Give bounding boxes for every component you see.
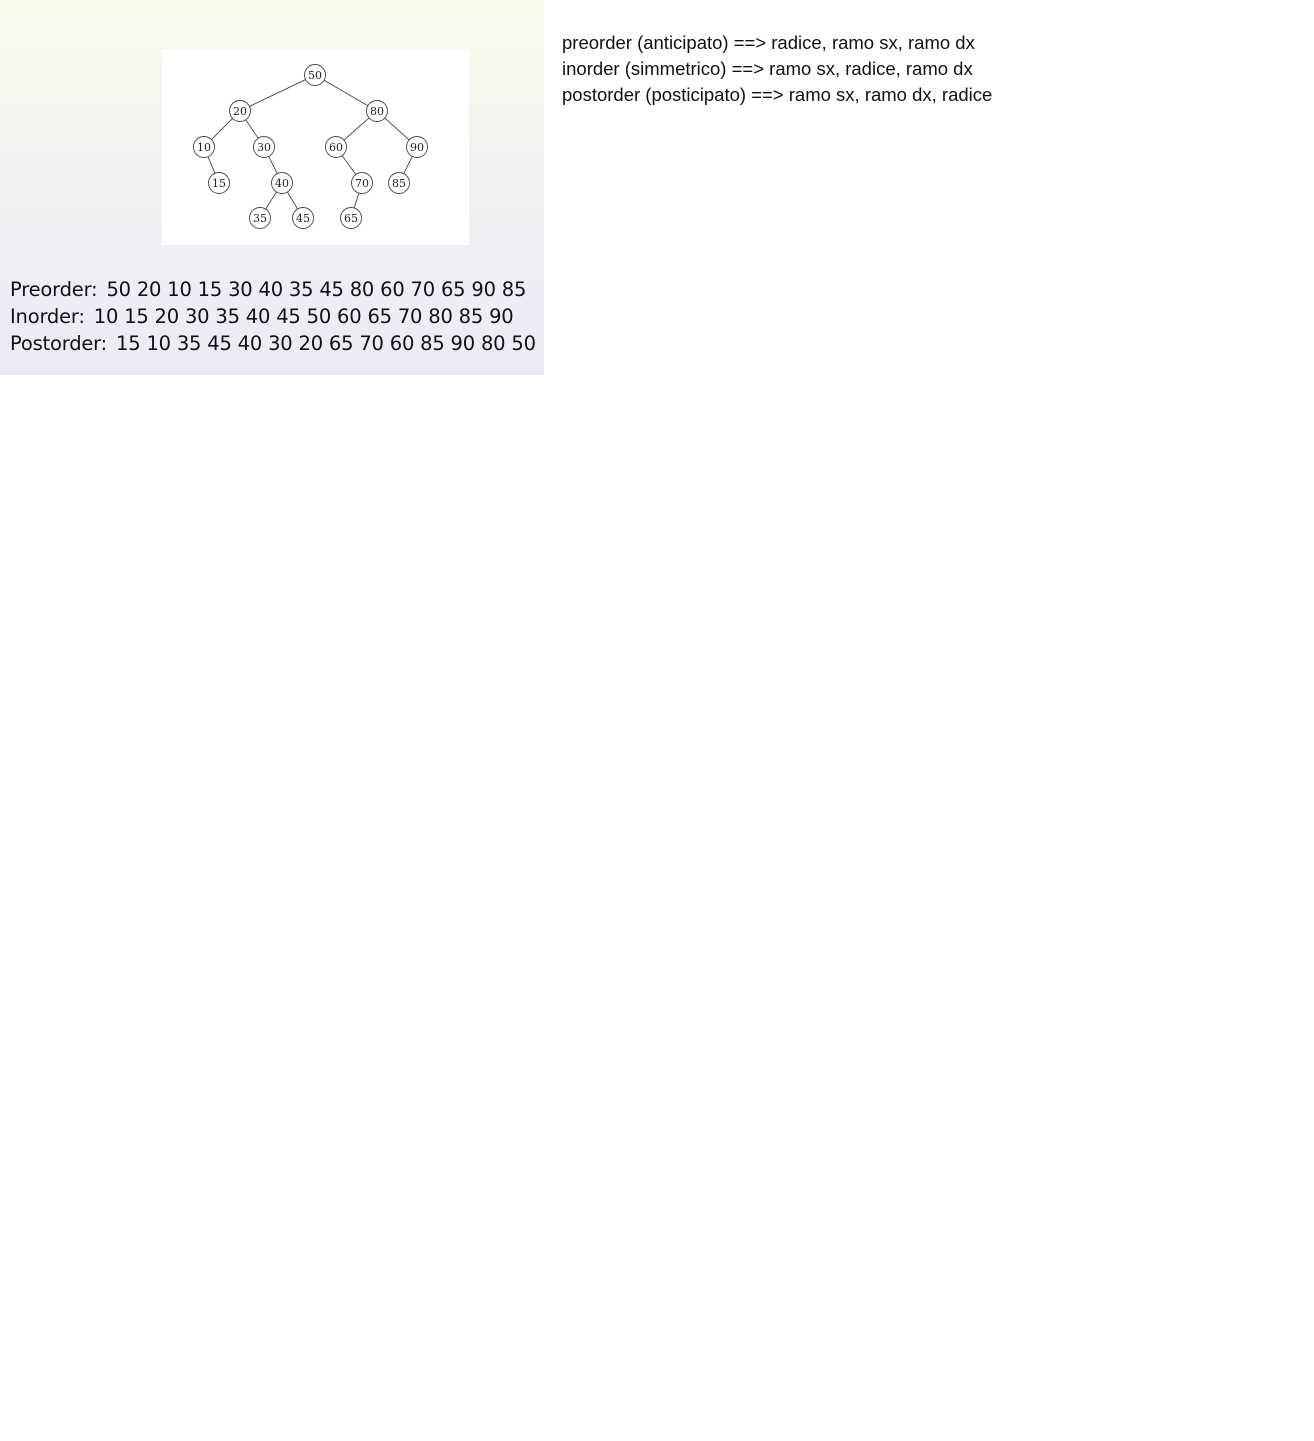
note-inorder: inorder (simmetrico) ==> ramo sx, radice…: [562, 58, 973, 79]
tree-edge-90-85: [403, 156, 413, 174]
tree-edge-50-80: [323, 79, 369, 107]
tree-edge-20-10: [211, 118, 233, 140]
inorder-label: Inorder:: [10, 305, 85, 328]
tree-svg: 50 20 80 10 30 60 90 15 40 70 85 35 45 65: [193, 64, 428, 229]
tree-node-35: 35: [249, 207, 271, 229]
tree-edge-80-90: [384, 117, 410, 141]
tree-node-label: 80: [370, 105, 384, 118]
tree-node-label: 70: [355, 177, 369, 190]
tree-node-20: 20: [229, 100, 251, 122]
preorder-values: 50 20 10 15 30 40 35 45 80 60 70 65 90 8…: [106, 278, 527, 301]
tree-node-65: 65: [340, 207, 362, 229]
tree-node-label: 85: [392, 177, 406, 190]
tree-edge-80-60: [343, 117, 370, 141]
tree-edge-70-65: [353, 192, 360, 209]
tree-node-60: 60: [325, 136, 347, 158]
tree-edge-40-35: [265, 191, 277, 210]
tree-node-label: 15: [212, 177, 226, 190]
tree-edge-60-70: [341, 155, 357, 175]
tree-node-label: 30: [257, 141, 271, 154]
note-preorder: preorder (anticipato) ==> radice, ramo s…: [562, 32, 975, 53]
tree-edge-50-20: [249, 79, 306, 107]
traversal-notes: preorder (anticipato) ==> radice, ramo s…: [562, 30, 1262, 108]
tree-node-15: 15: [208, 172, 230, 194]
inorder-values: 10 15 20 30 35 40 45 50 60 65 70 80 85 9…: [93, 305, 514, 328]
postorder-label: Postorder:: [10, 332, 108, 355]
preorder-label: Preorder:: [10, 278, 98, 301]
tree-node-label: 45: [296, 212, 310, 225]
tree-node-label: 65: [344, 212, 358, 225]
note-postorder: postorder (posticipato) ==> ramo sx, ram…: [562, 84, 993, 105]
traversal-results: Preorder: 50 20 10 15 30 40 35 45 80 60 7…: [10, 276, 540, 357]
tree-node-10: 10: [193, 136, 215, 158]
tree-node-label: 10: [197, 141, 211, 154]
slide-panel: 50 20 80 10 30 60 90 15 40 70 85 35 45 65 Preorder: 50…: [0, 0, 544, 375]
inorder-line: Inorder: 10 15 20 30 35 40 45 50 60 65 70…: [10, 303, 540, 330]
tree-node-90: 90: [406, 136, 428, 158]
tree-node-70: 70: [351, 172, 373, 194]
tree-edge-20-30: [245, 119, 259, 139]
tree-node-30: 30: [253, 136, 275, 158]
binary-tree-diagram: 50 20 80 10 30 60 90 15 40 70 85 35 45 65: [162, 49, 469, 245]
tree-node-85: 85: [388, 172, 410, 194]
postorder-line: Postorder: 15 10 35 45 40 30 20 65 70 60 …: [10, 330, 540, 357]
tree-node-label: 20: [233, 105, 247, 118]
tree-node-label: 90: [410, 141, 424, 154]
tree-node-50: 50: [304, 64, 326, 86]
tree-node-label: 60: [329, 141, 343, 154]
tree-node-45: 45: [292, 207, 314, 229]
tree-edge-40-45: [287, 191, 298, 210]
tree-edge-10-15: [207, 156, 216, 174]
tree-edge-30-40: [268, 156, 278, 174]
tree-node-80: 80: [366, 100, 388, 122]
postorder-values: 15 10 35 45 40 30 20 65 70 60 85 90 80 5…: [116, 332, 536, 355]
tree-node-label: 50: [308, 69, 322, 82]
tree-node-40: 40: [271, 172, 293, 194]
tree-node-label: 35: [253, 212, 267, 225]
preorder-line: Preorder: 50 20 10 15 30 40 35 45 80 60 7…: [10, 276, 540, 303]
tree-node-label: 40: [275, 177, 289, 190]
